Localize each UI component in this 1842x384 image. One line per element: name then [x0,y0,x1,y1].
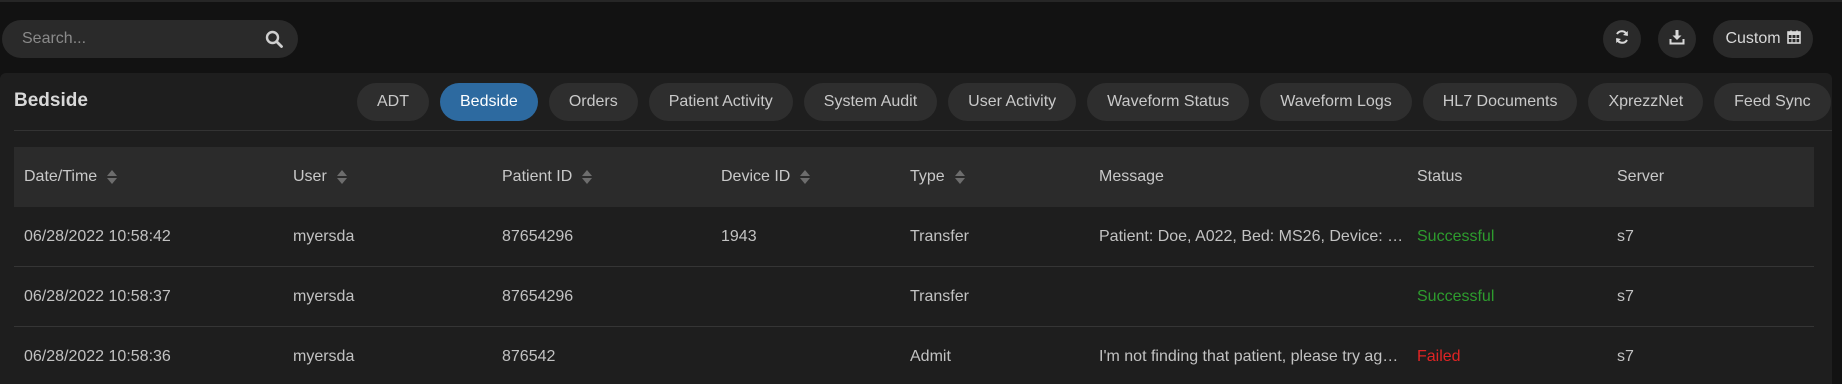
table-row[interactable]: 06/28/2022 10:58:37 myersda 87654296 Tra… [14,267,1814,327]
sort-icon [800,170,811,184]
tab-xprezznet[interactable]: XprezzNet [1588,83,1704,121]
panel-title: Bedside [14,90,88,111]
calendar-icon [1786,30,1801,49]
cell-user: myersda [293,287,355,305]
cell-date-time: 06/28/2022 10:58:36 [24,347,171,365]
table-header: Date/Time User Patient ID Device ID Type… [14,147,1814,207]
divider [14,130,1832,131]
cell-message: I'm not finding that patient, please try… [1099,347,1399,365]
cell-server: s7 [1617,347,1634,365]
tab-bar: ADT Bedside Orders Patient Activity Syst… [357,83,1831,121]
tab-waveform-status[interactable]: Waveform Status [1087,83,1250,121]
cell-date-time: 06/28/2022 10:58:42 [24,227,171,245]
cell-user: myersda [293,227,355,245]
cell-user: myersda [293,347,355,365]
download-icon [1669,29,1685,50]
tab-system-audit[interactable]: System Audit [803,83,938,121]
column-header-device-id[interactable]: Device ID [711,168,900,186]
table-row[interactable]: 06/28/2022 10:58:42 myersda 87654296 194… [14,207,1814,267]
column-header-type[interactable]: Type [900,168,1089,186]
cell-server: s7 [1617,227,1634,245]
search-box[interactable] [2,20,298,58]
cell-message: Patient: Doe, A022, Bed: MS26, Device: M… [1099,227,1407,245]
cell-patient-id: 87654296 [502,227,574,245]
column-header-message: Message [1099,168,1164,185]
table-row[interactable]: 06/28/2022 10:58:36 myersda 876542 Admit… [14,327,1814,384]
tab-waveform-logs[interactable]: Waveform Logs [1260,83,1412,121]
column-header-patient-id[interactable]: Patient ID [492,168,711,186]
tab-user-activity[interactable]: User Activity [948,83,1077,121]
refresh-button[interactable] [1603,20,1641,58]
log-table: Date/Time User Patient ID Device ID Type… [14,147,1814,384]
column-header-date-time[interactable]: Date/Time [14,168,283,186]
search-icon[interactable] [264,29,284,49]
tab-patient-activity[interactable]: Patient Activity [648,83,793,121]
cell-status: Successful [1417,287,1495,305]
refresh-icon [1614,29,1630,50]
custom-label: Custom [1725,30,1781,47]
tab-hl7-documents[interactable]: HL7 Documents [1422,83,1578,121]
search-input[interactable] [22,30,264,48]
bedside-panel: Bedside ADT Bedside Orders Patient Activ… [0,73,1832,384]
cell-patient-id: 87654296 [502,287,574,305]
cell-status: Successful [1417,227,1495,245]
cell-device-id: 1943 [721,227,757,245]
cell-date-time: 06/28/2022 10:58:37 [24,287,171,305]
tab-feed-sync[interactable]: Feed Sync [1714,83,1831,121]
sort-icon [954,170,965,184]
download-button[interactable] [1658,20,1696,58]
sort-icon [336,170,347,184]
tab-bedside[interactable]: Bedside [440,83,538,121]
column-header-server: Server [1617,168,1665,185]
cell-status: Failed [1417,347,1461,365]
sort-icon [582,170,593,184]
column-header-status: Status [1417,168,1463,185]
tab-adt[interactable]: ADT [357,83,429,121]
sort-icon [107,170,118,184]
cell-patient-id: 876542 [502,347,556,365]
top-bar: Custom [0,0,1842,70]
cell-type: Admit [910,347,951,365]
cell-server: s7 [1617,287,1634,305]
cell-type: Transfer [910,227,969,245]
cell-type: Transfer [910,287,969,305]
tab-orders[interactable]: Orders [548,83,638,121]
custom-date-button[interactable]: Custom [1713,20,1813,58]
column-header-user[interactable]: User [283,168,492,186]
